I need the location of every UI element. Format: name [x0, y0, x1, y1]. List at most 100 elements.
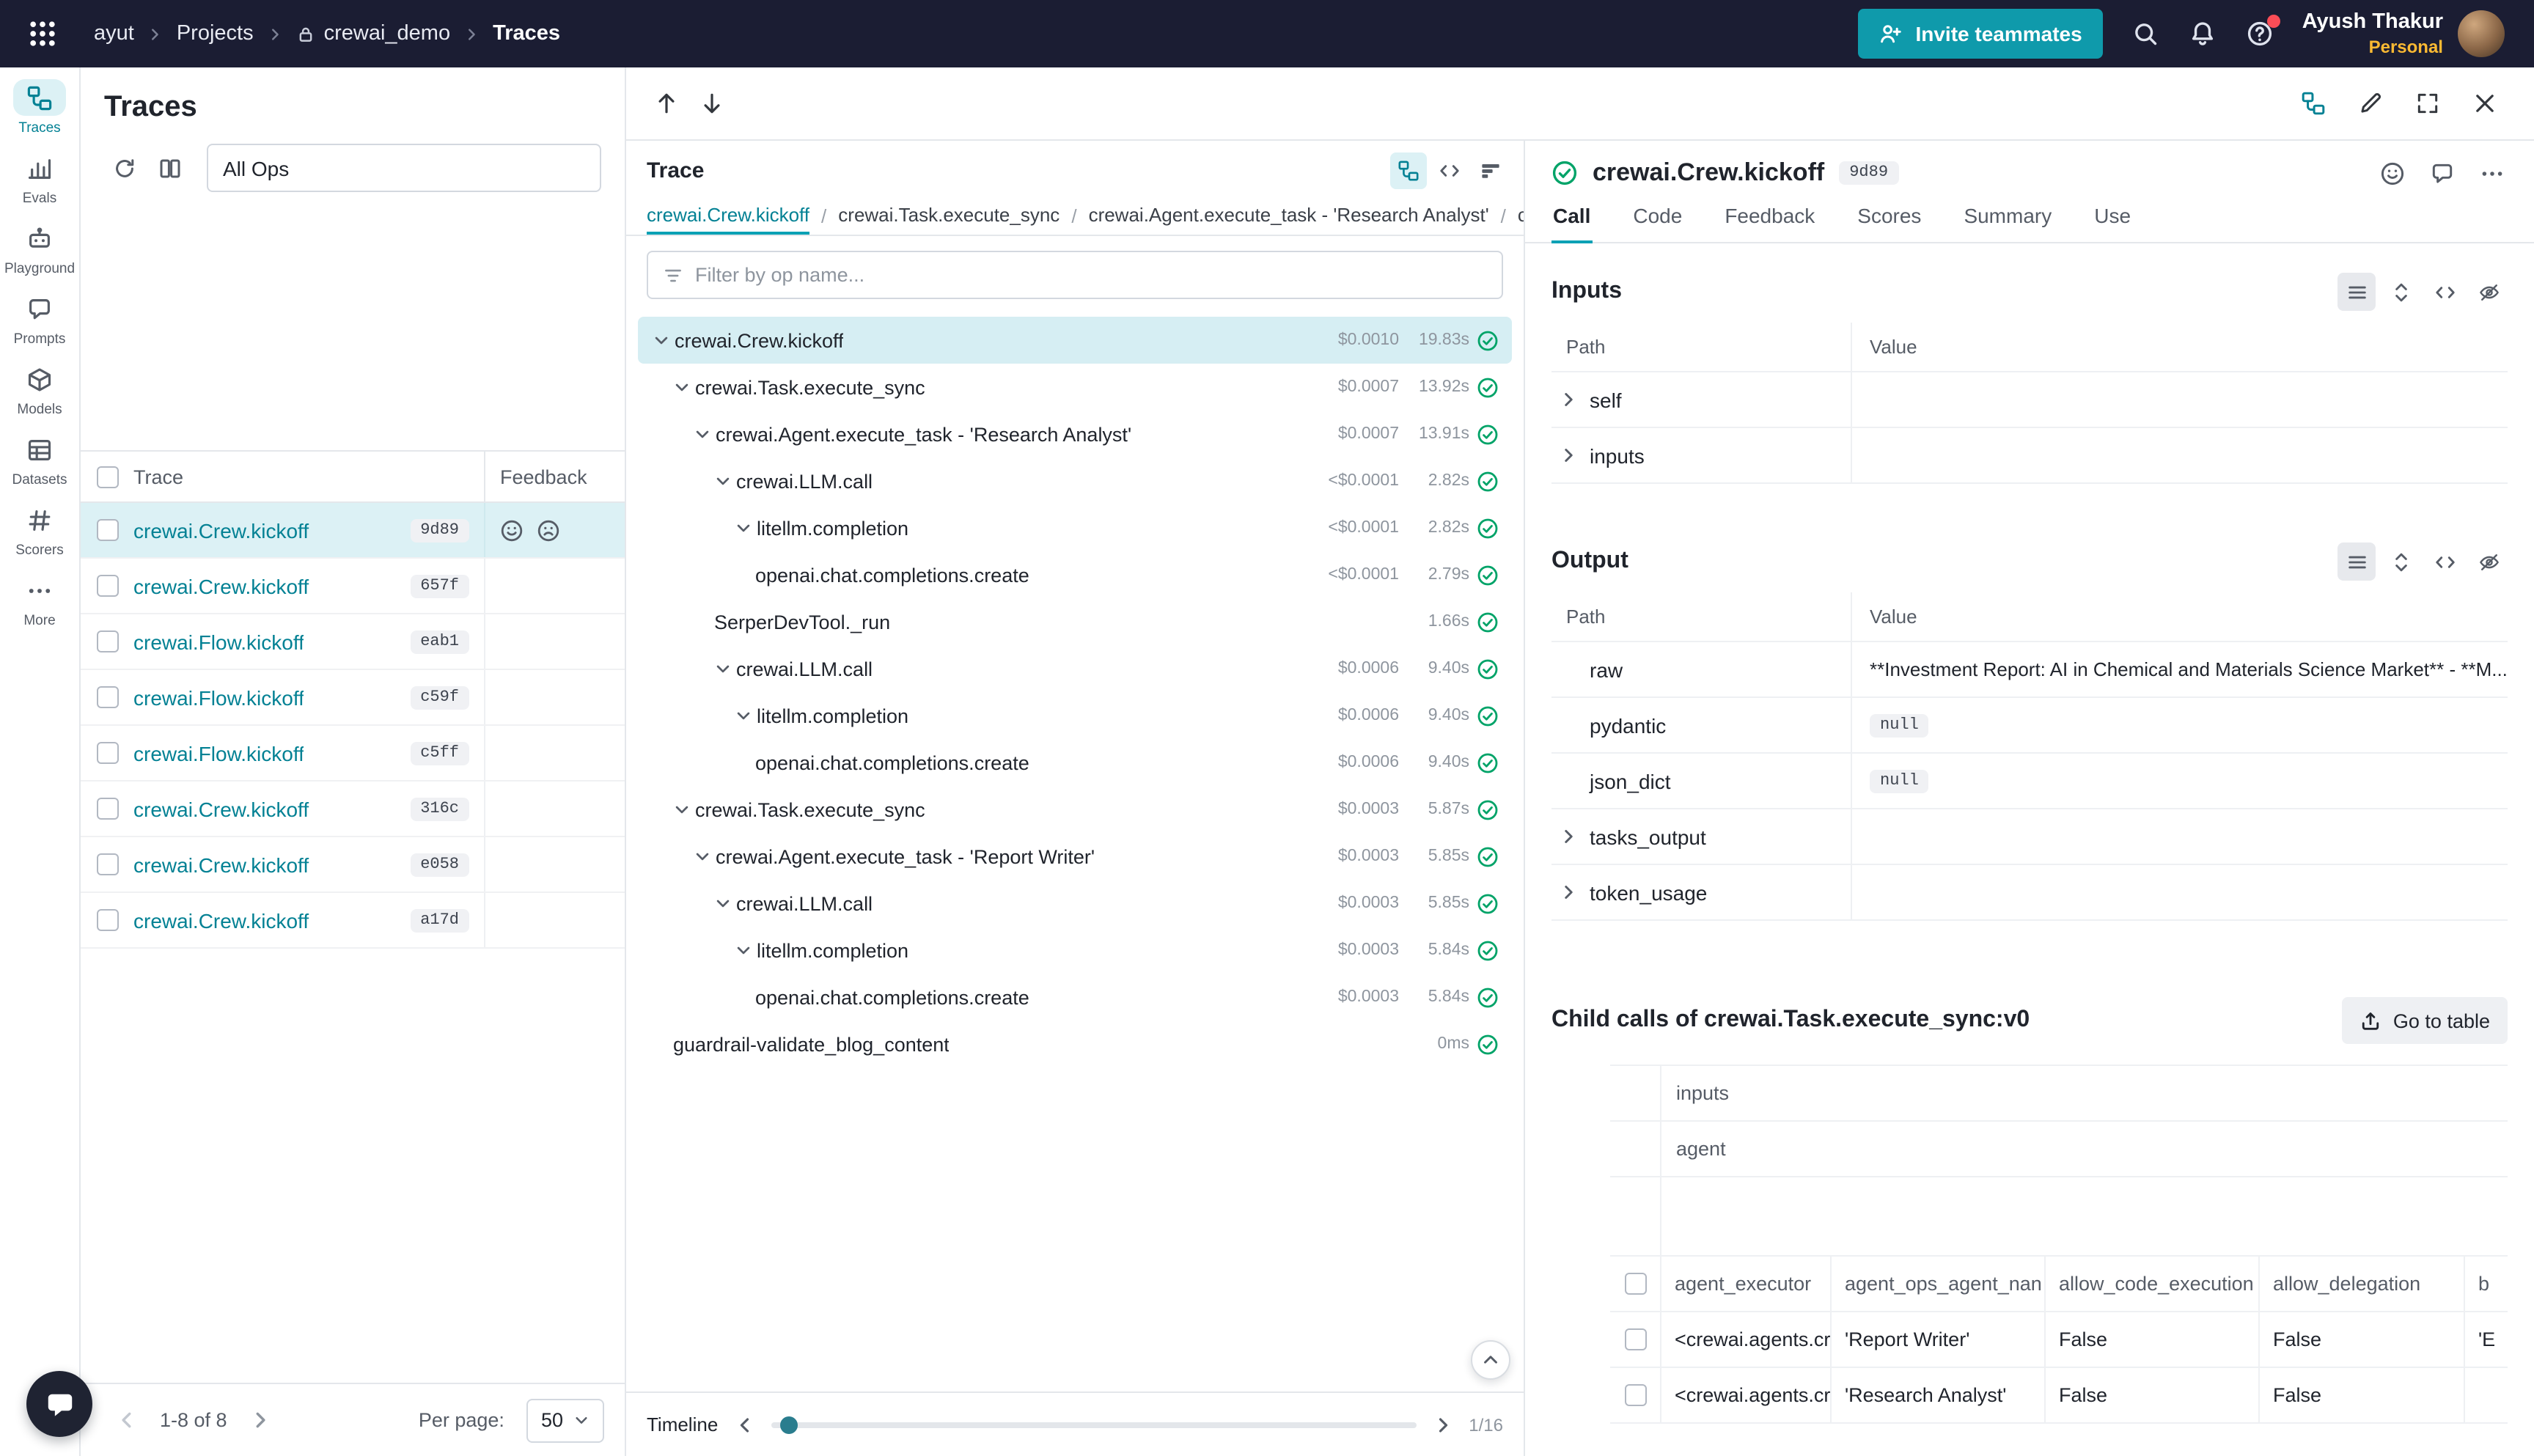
trace-tree-row[interactable]: litellm.completion $0.0006 9.40s — [638, 692, 1512, 739]
ops-filter-select[interactable]: All Ops — [207, 144, 601, 192]
timeline-slider-handle[interactable] — [779, 1416, 797, 1433]
trace-name-link[interactable]: crewai.Crew.kickoff — [133, 908, 309, 932]
op-filter-input[interactable] — [647, 251, 1503, 299]
trace-tree-row[interactable]: openai.chat.completions.create <$0.0001 … — [638, 551, 1512, 598]
prev-page-icon[interactable] — [116, 1409, 138, 1431]
trace-name-link[interactable]: crewai.Crew.kickoff — [133, 797, 309, 820]
child-call-row[interactable]: <crewai.agents.cre... 'Report Writer' Fa… — [1610, 1312, 2508, 1368]
breadcrumb-entity[interactable]: ayut — [94, 22, 134, 45]
trace-row[interactable]: crewai.Crew.kickoff 9d89 — [81, 503, 625, 559]
detail-tab[interactable]: Scores — [1856, 199, 1922, 243]
chevron-down-icon[interactable] — [714, 894, 736, 912]
detail-tab[interactable]: Code — [1631, 199, 1683, 243]
input-row[interactable]: self — [1551, 372, 2508, 428]
trace-tree-row[interactable]: crewai.Task.execute_sync $0.0003 5.87s — [638, 786, 1512, 833]
help-icon[interactable] — [2245, 19, 2274, 48]
support-chat-button[interactable] — [26, 1371, 92, 1437]
chevron-down-icon[interactable] — [735, 941, 757, 959]
trace-tree-row[interactable]: guardrail-validate_blog_content 0ms — [638, 1021, 1512, 1067]
row-checkbox[interactable] — [1624, 1384, 1646, 1406]
sidebar-item-playground[interactable]: Playground — [4, 220, 75, 277]
row-checkbox[interactable] — [96, 686, 118, 708]
trace-tree-row[interactable]: openai.chat.completions.create $0.0003 5… — [638, 974, 1512, 1021]
trace-row[interactable]: crewai.Flow.kickoff c59f — [81, 670, 625, 726]
list-view-icon[interactable] — [2337, 543, 2376, 581]
trace-name-link[interactable]: crewai.Crew.kickoff — [133, 853, 309, 876]
chevron-down-icon[interactable] — [694, 848, 716, 865]
chevron-down-icon[interactable] — [653, 331, 675, 349]
row-checkbox[interactable] — [1624, 1328, 1646, 1350]
code-view-icon[interactable] — [2425, 273, 2464, 311]
chevron-right-icon[interactable] — [1559, 827, 1578, 846]
trace-tree-row[interactable]: crewai.Agent.execute_task - 'Report Writ… — [638, 833, 1512, 880]
chevron-down-icon[interactable] — [714, 660, 736, 677]
output-row[interactable]: json_dict null null — [1551, 754, 2508, 809]
sidebar-item-datasets[interactable]: Datasets — [12, 431, 67, 488]
sidebar-item-scorers[interactable]: Scorers — [13, 501, 66, 559]
sidebar-item-prompts[interactable]: Prompts — [13, 290, 66, 348]
hide-values-eye-icon[interactable] — [2469, 543, 2508, 581]
list-view-icon[interactable] — [2337, 273, 2376, 311]
row-checkbox[interactable] — [96, 575, 118, 597]
input-row[interactable]: inputs — [1551, 428, 2508, 484]
trace-tree-row[interactable]: crewai.Task.execute_sync $0.0007 13.92s — [638, 364, 1512, 411]
row-checkbox[interactable] — [96, 519, 118, 541]
feedback-smiley-icon[interactable] — [500, 518, 524, 542]
more-options-icon[interactable] — [2480, 161, 2505, 185]
chevron-down-icon[interactable] — [673, 378, 695, 396]
trace-tree-row[interactable]: crewai.LLM.call $0.0003 5.85s — [638, 880, 1512, 927]
expand-rows-icon[interactable] — [2381, 273, 2420, 311]
trace-tree-row[interactable]: litellm.completion <$0.0001 2.82s — [638, 504, 1512, 551]
trace-row[interactable]: crewai.Crew.kickoff a17d — [81, 893, 625, 949]
expand-rows-icon[interactable] — [2381, 543, 2420, 581]
next-page-icon[interactable] — [249, 1409, 271, 1431]
breadcrumb-projects[interactable]: Projects — [177, 22, 254, 45]
chevron-down-icon[interactable] — [673, 801, 695, 818]
trace-name-link[interactable]: crewai.Crew.kickoff — [133, 574, 309, 598]
trace-name-link[interactable]: crewai.Flow.kickoff — [133, 630, 304, 653]
edit-pencil-icon[interactable] — [2351, 84, 2390, 123]
per-page-select[interactable]: 50 — [526, 1398, 604, 1442]
code-view-toggle[interactable] — [1431, 152, 1468, 189]
close-icon[interactable] — [2465, 84, 2505, 123]
refresh-button[interactable] — [104, 148, 144, 188]
trace-name-link[interactable]: crewai.Flow.kickoff — [133, 741, 304, 765]
select-all-checkbox[interactable] — [1624, 1273, 1646, 1295]
trace-row[interactable]: crewai.Flow.kickoff eab1 — [81, 614, 625, 670]
output-row[interactable]: raw **Investment Report: AI in Chemical … — [1551, 642, 2508, 698]
go-to-table-button[interactable]: Go to table — [2342, 997, 2508, 1044]
chevron-down-icon[interactable] — [735, 707, 757, 724]
row-checkbox[interactable] — [96, 909, 118, 931]
tree-view-toggle[interactable] — [1390, 152, 1427, 189]
trace-tree-row[interactable]: SerperDevTool._run 1.66s — [638, 598, 1512, 645]
user-menu[interactable]: Ayush Thakur Personal — [2302, 10, 2505, 58]
trace-name-link[interactable]: crewai.Crew.kickoff — [133, 518, 309, 542]
collapse-chevron-up-button[interactable] — [1471, 1340, 1510, 1380]
trace-breadcrumb-tab[interactable]: crewai.Crew.kickoff — [647, 196, 809, 235]
sidebar-item-models[interactable]: Models — [13, 361, 66, 418]
row-checkbox[interactable] — [96, 798, 118, 820]
search-icon[interactable] — [2131, 19, 2160, 48]
code-view-icon[interactable] — [2425, 543, 2464, 581]
avatar[interactable] — [2458, 10, 2505, 57]
detail-tab[interactable]: Call — [1551, 199, 1592, 243]
trace-tree-row[interactable]: crewai.LLM.call <$0.0001 2.82s — [638, 457, 1512, 504]
row-checkbox[interactable] — [96, 853, 118, 875]
trace-tree-row[interactable]: openai.chat.completions.create $0.0006 9… — [638, 739, 1512, 786]
wandb-logo[interactable] — [15, 6, 70, 62]
output-row[interactable]: token_usage — [1551, 865, 2508, 921]
row-checkbox[interactable] — [96, 742, 118, 764]
chevron-right-icon[interactable] — [1559, 446, 1578, 465]
chevron-down-icon[interactable] — [694, 425, 716, 443]
trace-row[interactable]: crewai.Crew.kickoff 657f — [81, 559, 625, 614]
detail-tab[interactable]: Use — [2093, 199, 2132, 243]
trace-breadcrumb-tab[interactable]: crewai.Task.execute_sync — [809, 196, 1059, 235]
trace-tree-row[interactable]: litellm.completion $0.0003 5.84s — [638, 927, 1512, 974]
invite-teammates-button[interactable]: Invite teammates — [1858, 9, 2102, 59]
sidebar-item-traces[interactable]: Traces — [13, 79, 66, 136]
output-row[interactable]: pydantic null null — [1551, 698, 2508, 754]
select-all-checkbox[interactable] — [96, 466, 118, 488]
hide-values-eye-icon[interactable] — [2469, 273, 2508, 311]
chevron-right-icon[interactable] — [1559, 390, 1578, 409]
sidebar-item-evals[interactable]: Evals — [13, 150, 66, 207]
